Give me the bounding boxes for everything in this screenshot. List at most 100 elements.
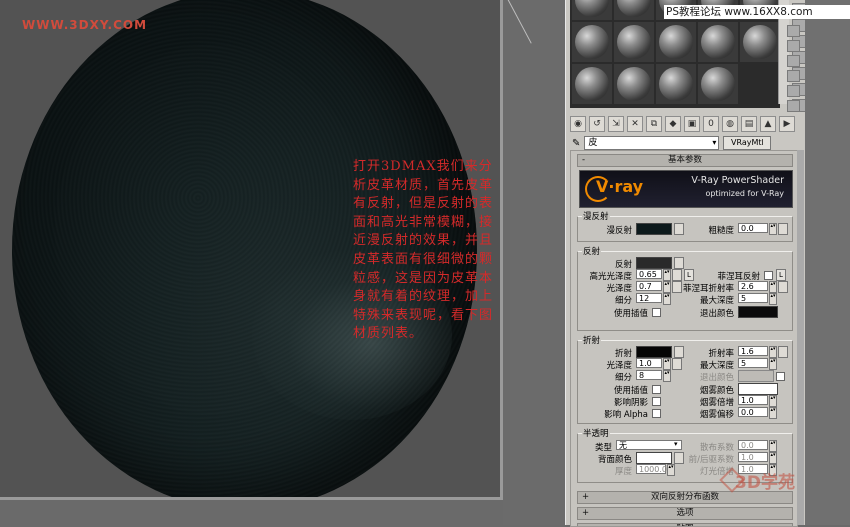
ior-input[interactable]: 1.6: [738, 346, 768, 356]
sample-slot[interactable]: [614, 0, 654, 20]
back-color-swatch[interactable]: [636, 452, 672, 464]
exit-color-swatch[interactable]: [738, 306, 778, 318]
sample-slot[interactable]: [614, 22, 654, 62]
fog-mult-input[interactable]: 1.0: [738, 395, 768, 405]
fresnel-ior-map-button[interactable]: [778, 281, 788, 293]
affect-shadows-checkbox[interactable]: [652, 397, 661, 406]
roughness-map-button[interactable]: [778, 223, 788, 235]
refl-gloss-spinner[interactable]: ▴▾: [663, 281, 671, 293]
exit-color-label: 退出颜色: [699, 309, 734, 319]
roughness-label: 粗糙度: [708, 226, 734, 236]
go-to-parent-icon[interactable]: ▲: [760, 116, 776, 132]
reflect-map-button[interactable]: [674, 257, 684, 269]
refr-exit-color-swatch[interactable]: [738, 370, 774, 382]
scatter-input[interactable]: 0.0: [738, 440, 768, 450]
thickness-input[interactable]: 1000.0: [636, 464, 667, 474]
material-type-button[interactable]: VRayMtl: [723, 136, 772, 150]
hilight-gloss-map-button[interactable]: [672, 269, 682, 281]
sample-slot[interactable]: [572, 22, 612, 62]
panel-scrollbar[interactable]: [797, 150, 804, 525]
refr-max-depth-spinner[interactable]: ▴▾: [769, 358, 777, 370]
fresnel-ior-spinner[interactable]: ▴▾: [769, 281, 777, 293]
refr-subdivs-input[interactable]: 8: [636, 370, 662, 380]
maps-rollout[interactable]: -贴图: [577, 523, 793, 526]
ior-map-button[interactable]: [778, 346, 788, 358]
make-copy-icon[interactable]: ⧉: [646, 116, 662, 132]
fog-bias-spinner[interactable]: ▴▾: [769, 407, 777, 419]
roughness-input[interactable]: 0.0: [738, 223, 768, 233]
refr-use-interp-checkbox[interactable]: [652, 385, 661, 394]
get-material-icon[interactable]: ◉: [570, 116, 586, 132]
fog-color-swatch[interactable]: [738, 383, 778, 395]
tool-icon[interactable]: [787, 85, 800, 97]
go-forward-sibling-icon[interactable]: ▶: [779, 116, 795, 132]
make-unique-icon[interactable]: ◆: [665, 116, 681, 132]
refr-subdivs-label: 细分: [614, 373, 632, 383]
select-by-material-icon[interactable]: [787, 25, 800, 37]
reset-map-icon[interactable]: ✕: [627, 116, 643, 132]
put-to-library-icon[interactable]: ▣: [684, 116, 700, 132]
fresnel-ior-label: 菲涅耳折射率: [682, 284, 734, 294]
refr-gloss-spinner[interactable]: ▴▾: [663, 358, 671, 370]
refr-gloss-map-button[interactable]: [672, 358, 682, 370]
material-effects-icon[interactable]: 0: [703, 116, 719, 132]
refl-gloss-input[interactable]: 0.7: [636, 281, 662, 291]
material-name-field[interactable]: 皮: [584, 136, 720, 150]
trans-type-dropdown[interactable]: 无: [616, 440, 682, 450]
roughness-spinner[interactable]: ▴▾: [769, 223, 777, 235]
sample-slot[interactable]: [572, 64, 612, 104]
sample-slot[interactable]: [656, 64, 696, 104]
diffuse-map-button[interactable]: [674, 223, 684, 235]
viewport[interactable]: WWW.3DXY.COM 打开3DMAX我们来分析皮革材质，首先皮革有反射，但是…: [0, 0, 503, 500]
put-to-scene-icon[interactable]: ↺: [589, 116, 605, 132]
max-depth-spinner[interactable]: ▴▾: [769, 293, 777, 305]
thickness-spinner[interactable]: ▴▾: [667, 464, 675, 476]
refr-max-depth-input[interactable]: 5: [738, 358, 768, 368]
right-background: [805, 0, 850, 525]
refr-gloss-label: 光泽度: [606, 361, 632, 371]
sample-slot[interactable]: [656, 22, 696, 62]
refl-gloss-map-button[interactable]: [672, 281, 682, 293]
fresnel-lock-button[interactable]: L: [776, 269, 786, 281]
tool-icon[interactable]: [787, 55, 800, 67]
show-end-result-icon[interactable]: ▤: [741, 116, 757, 132]
hilight-lock-button[interactable]: L: [684, 269, 694, 281]
fog-mult-spinner[interactable]: ▴▾: [769, 395, 777, 407]
fog-bias-input[interactable]: 0.0: [738, 407, 768, 417]
fresnel-ior-input[interactable]: 2.6: [738, 281, 768, 291]
reflect-color-swatch[interactable]: [636, 257, 672, 269]
hilight-gloss-input[interactable]: 0.65: [636, 269, 662, 279]
sample-slot[interactable]: [572, 0, 612, 20]
fresnel-checkbox[interactable]: [764, 271, 773, 280]
vray-banner-title: V-Ray PowerShader: [691, 175, 784, 186]
sample-sphere: [659, 25, 693, 59]
refract-color-swatch[interactable]: [636, 346, 672, 358]
tool-icon[interactable]: [787, 70, 800, 82]
fwd-back-spinner[interactable]: ▴▾: [769, 452, 777, 464]
diffuse-color-swatch[interactable]: [636, 223, 672, 235]
options-rollout[interactable]: + 选项: [577, 507, 793, 520]
sample-slot[interactable]: [740, 22, 780, 62]
basic-params-rollout[interactable]: - 基本参数: [577, 154, 793, 167]
material-navigator-icon[interactable]: [787, 40, 800, 52]
sample-slot[interactable]: [698, 64, 738, 104]
refr-gloss-input[interactable]: 1.0: [636, 358, 662, 368]
refr-subdivs-spinner[interactable]: ▴▾: [663, 370, 671, 382]
sample-slot[interactable]: [698, 22, 738, 62]
pick-material-icon[interactable]: ✎: [572, 138, 580, 149]
use-interp-checkbox[interactable]: [652, 308, 661, 317]
subdivs-spinner[interactable]: ▴▾: [663, 293, 671, 305]
fwd-back-input[interactable]: 1.0: [738, 452, 768, 462]
ior-spinner[interactable]: ▴▾: [769, 346, 777, 358]
tool-icon[interactable]: [787, 100, 800, 112]
sample-slot[interactable]: [614, 64, 654, 104]
affect-alpha-checkbox[interactable]: [652, 409, 661, 418]
assign-material-icon[interactable]: ⇲: [608, 116, 624, 132]
show-map-icon[interactable]: ◍: [722, 116, 738, 132]
hilight-gloss-spinner[interactable]: ▴▾: [663, 269, 671, 281]
subdivs-input[interactable]: 12: [636, 293, 662, 303]
refr-exit-color-checkbox[interactable]: [776, 372, 785, 381]
max-depth-input[interactable]: 5: [738, 293, 768, 303]
scatter-spinner[interactable]: ▴▾: [769, 440, 777, 452]
refract-label: 折射: [614, 349, 632, 359]
